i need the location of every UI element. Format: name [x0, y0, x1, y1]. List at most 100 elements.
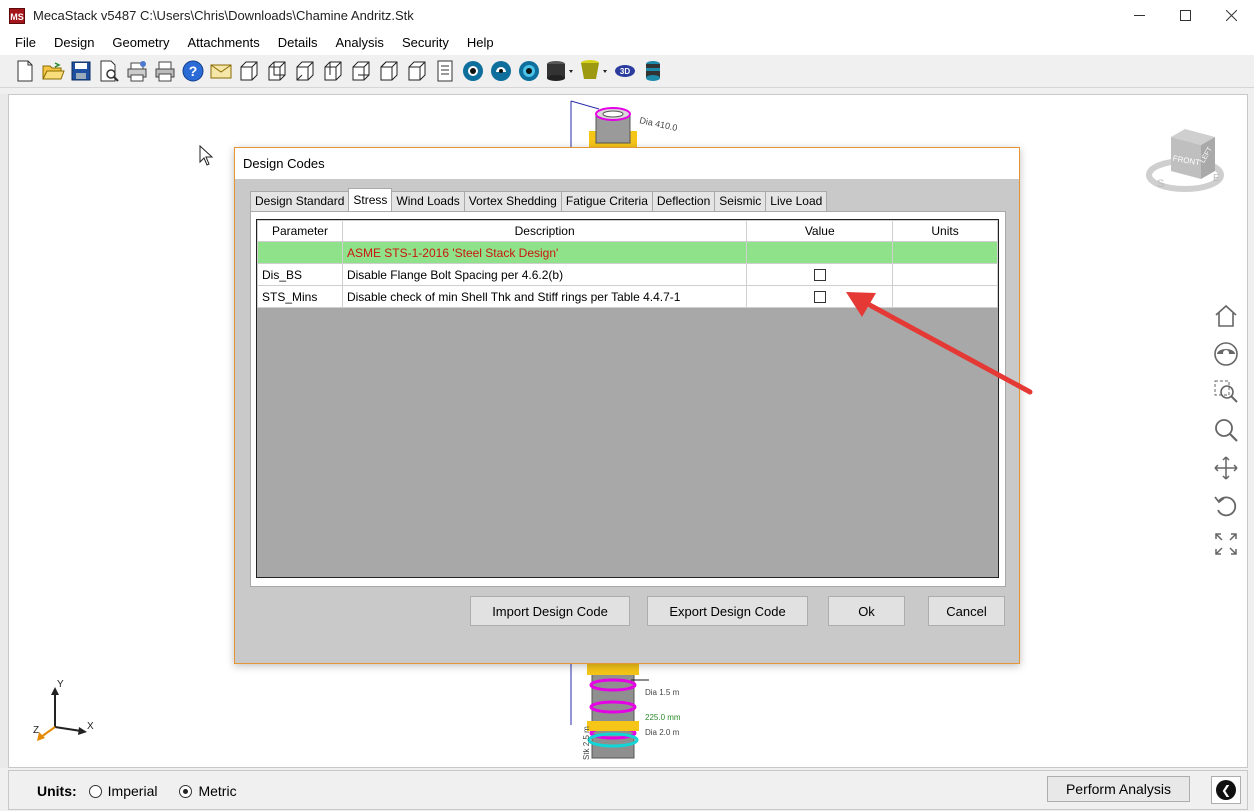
- maximize-icon: [1179, 10, 1191, 21]
- table-row[interactable]: Dis_BS Disable Flange Bolt Spacing per 4…: [257, 263, 998, 286]
- zoom-icon: [1215, 419, 1238, 442]
- dialog-title: Design Codes: [235, 148, 1019, 179]
- col-parameter[interactable]: Parameter: [257, 220, 343, 242]
- close-button[interactable]: [1208, 0, 1254, 31]
- tab-deflection[interactable]: Deflection: [651, 191, 716, 211]
- minimize-button[interactable]: [1116, 0, 1162, 31]
- new-file-button[interactable]: [12, 58, 38, 84]
- tab-design-standard[interactable]: Design Standard: [250, 191, 350, 211]
- print-preview-button[interactable]: [96, 58, 122, 84]
- row-units: [892, 263, 998, 286]
- window-controls: [1116, 0, 1254, 31]
- table-row[interactable]: STS_Mins Disable check of min Shell Thk …: [257, 285, 998, 308]
- shell-view-1-icon: [240, 61, 258, 81]
- units-metric-option[interactable]: Metric: [179, 783, 237, 799]
- title-bar: MS MecaStack v5487 C:\Users\Chris\Downlo…: [0, 0, 1254, 31]
- section-units: [892, 241, 998, 264]
- render-3-button[interactable]: [516, 58, 542, 84]
- dis-bs-checkbox[interactable]: [813, 269, 826, 282]
- shell-view-5-icon: [352, 61, 370, 81]
- save-icon: [71, 61, 91, 81]
- menu-details[interactable]: Details: [269, 31, 327, 55]
- back-button[interactable]: ❮: [1211, 776, 1241, 804]
- email-button[interactable]: [208, 58, 234, 84]
- home-button[interactable]: [1210, 300, 1242, 332]
- menu-design[interactable]: Design: [45, 31, 103, 55]
- row-value: [746, 263, 894, 286]
- col-units[interactable]: Units: [892, 220, 998, 242]
- orbit-icon: [1214, 342, 1238, 366]
- render-1-button[interactable]: [460, 58, 486, 84]
- report-button[interactable]: [432, 58, 458, 84]
- shell-view-6-button[interactable]: [376, 58, 402, 84]
- save-button[interactable]: [68, 58, 94, 84]
- shell-view-1-button[interactable]: [236, 58, 262, 84]
- orbit-button[interactable]: [1210, 338, 1242, 370]
- col-description[interactable]: Description: [341, 220, 748, 242]
- cylinder-dropdown-icon: [547, 61, 573, 81]
- close-icon: [1225, 10, 1237, 21]
- view-cube[interactable]: FRONT LEFT S E: [1145, 123, 1225, 197]
- menu-help[interactable]: Help: [458, 31, 503, 55]
- row-parameter: STS_Mins: [257, 285, 343, 308]
- fit-view-button[interactable]: [1210, 528, 1242, 560]
- render-2-icon: [491, 61, 511, 81]
- row-value: [746, 285, 894, 308]
- units-imperial-option[interactable]: Imperial: [88, 783, 157, 799]
- menu-bar: File Design Geometry Attachments Details…: [0, 31, 1254, 55]
- export-design-code-button[interactable]: Export Design Code: [647, 596, 808, 626]
- tab-stress[interactable]: Stress: [348, 188, 393, 211]
- render-2-button[interactable]: [488, 58, 514, 84]
- cancel-button[interactable]: Cancel: [928, 596, 1005, 626]
- 3d-button[interactable]: 3D: [612, 58, 638, 84]
- shell-view-7-button[interactable]: [404, 58, 430, 84]
- tab-seismic[interactable]: Seismic: [714, 191, 767, 211]
- shell-view-4-button[interactable]: [320, 58, 346, 84]
- stack-3d-button[interactable]: [640, 58, 666, 84]
- fit-icon: [1215, 533, 1237, 555]
- col-value[interactable]: Value: [746, 220, 894, 242]
- zoom-window-button[interactable]: [1210, 376, 1242, 408]
- menu-geometry[interactable]: Geometry: [103, 31, 178, 55]
- svg-text:?: ?: [189, 63, 198, 79]
- zoom-button[interactable]: [1210, 414, 1242, 446]
- imperial-radio[interactable]: [88, 784, 102, 798]
- shell-view-3-button[interactable]: [292, 58, 318, 84]
- sts-mins-checkbox[interactable]: [813, 291, 826, 304]
- menu-analysis[interactable]: Analysis: [327, 31, 393, 55]
- tab-wind-loads[interactable]: Wind Loads: [391, 191, 465, 211]
- cylinder-dropdown-button[interactable]: [544, 58, 576, 84]
- print-button[interactable]: [152, 58, 178, 84]
- metric-radio[interactable]: [179, 784, 193, 798]
- pan-button[interactable]: [1210, 452, 1242, 484]
- tab-fatigue-criteria[interactable]: Fatigue Criteria: [560, 191, 653, 211]
- ok-button[interactable]: Ok: [828, 596, 905, 626]
- import-design-code-button[interactable]: Import Design Code: [470, 596, 630, 626]
- model-label-3: Dia 2.0 m: [645, 728, 680, 737]
- grid-header: Parameter Description Value Units: [257, 220, 998, 242]
- 3d-icon: 3D: [615, 65, 635, 77]
- shell-view-6-icon: [380, 61, 398, 81]
- print-icon: [155, 61, 175, 82]
- perform-analysis-button[interactable]: Perform Analysis: [1047, 776, 1190, 802]
- print-setup-button[interactable]: [124, 58, 150, 84]
- section-parameter: [257, 241, 343, 264]
- home-icon: [1215, 304, 1237, 327]
- menu-file[interactable]: File: [6, 31, 45, 55]
- help-button[interactable]: ?: [180, 58, 206, 84]
- print-setup-icon: [127, 61, 147, 82]
- tab-vortex-shedding[interactable]: Vortex Shedding: [463, 191, 562, 211]
- cone-dropdown-button[interactable]: [578, 58, 610, 84]
- open-button[interactable]: [40, 58, 66, 84]
- undo-view-button[interactable]: [1210, 490, 1242, 522]
- menu-security[interactable]: Security: [393, 31, 458, 55]
- shell-view-5-button[interactable]: [348, 58, 374, 84]
- model-label-4: Stk 2.5 m: [582, 726, 591, 760]
- tab-live-load[interactable]: Live Load: [765, 191, 828, 211]
- svg-text:3D: 3D: [620, 67, 630, 76]
- maximize-button[interactable]: [1162, 0, 1208, 31]
- model-label-1: Dia 1.5 m: [645, 688, 680, 697]
- menu-attachments[interactable]: Attachments: [179, 31, 269, 55]
- shell-view-2-button[interactable]: [264, 58, 290, 84]
- compass-s: S: [1157, 178, 1164, 190]
